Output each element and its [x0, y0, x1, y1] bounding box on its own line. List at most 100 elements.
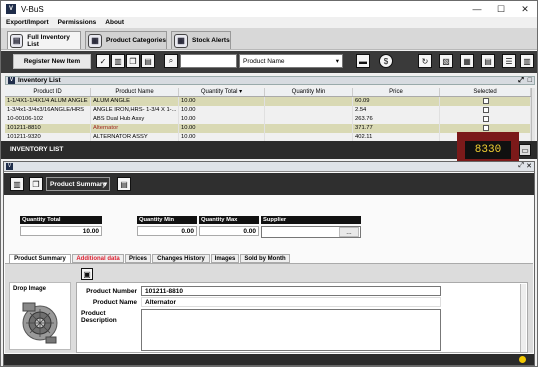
- maximize-button[interactable]: ☐: [489, 1, 513, 17]
- restore-icon[interactable]: ⤢: [518, 77, 524, 85]
- app-logo-icon: V: [8, 77, 15, 84]
- app-window: V V-BuS — ☐ ✕ Export/Import Permissions …: [0, 0, 538, 367]
- delete-icon[interactable]: ▥: [111, 54, 125, 68]
- detail-scrollbar[interactable]: [520, 284, 526, 352]
- inventory-list-header: V Inventory List ⤢ □: [5, 76, 535, 85]
- product-fields-panel: Product Number 101211-8810 Product Name …: [76, 282, 528, 353]
- cell-product-name: ANGLE IRON,HRS- 1-3/4 X 1-...: [91, 106, 179, 115]
- cell-quantity-min: [265, 115, 353, 124]
- close-button[interactable]: ✕: [513, 1, 537, 17]
- cell-product-name: ALUM ANGLE: [91, 97, 179, 106]
- product-name-label: Product Name: [92, 299, 137, 306]
- export-icon[interactable]: ▧: [439, 54, 453, 68]
- list-icon[interactable]: ☰: [502, 54, 516, 68]
- product-number-input[interactable]: 101211-8810: [141, 286, 441, 296]
- selected-checkbox[interactable]: [483, 116, 489, 122]
- menu-permissions[interactable]: Permissions: [58, 19, 97, 26]
- cell-product-id: 101211-9320: [5, 133, 91, 141]
- register-new-item-button[interactable]: Register New Item: [13, 54, 91, 69]
- col-quantity-min[interactable]: Quantity Min: [265, 88, 353, 96]
- table-row[interactable]: 1-1/4X1-1/4X1/4 ALUM ANGLE ALUM ANGLE 10…: [5, 97, 531, 106]
- tab-product-categories[interactable]: ▦ Product Categories: [85, 31, 167, 49]
- document-icon[interactable]: ▤: [117, 177, 131, 191]
- inventory-scrollbar[interactable]: [531, 88, 535, 141]
- quantity-total-label: Quantity Total: [20, 216, 102, 224]
- table-icon[interactable]: ▥: [520, 54, 534, 68]
- selected-checkbox[interactable]: [483, 125, 489, 131]
- summary-view-select[interactable]: Product Summary ▾: [46, 177, 110, 191]
- table-row[interactable]: 101211-8810 Alternator 10.00 371.77: [5, 124, 531, 133]
- tab-stock-alerts[interactable]: ▦ Stock Alerts: [171, 31, 231, 49]
- tab-changes-history[interactable]: Changes History: [152, 254, 210, 263]
- inventory-icon: ▤: [10, 33, 24, 48]
- menu-bar: Export/Import Permissions About: [1, 17, 537, 28]
- dollar-icon[interactable]: $: [379, 54, 393, 68]
- report-icon[interactable]: ▤: [481, 54, 495, 68]
- search-field-select[interactable]: Product Name ▾: [239, 54, 343, 68]
- cell-product-name: ALTERNATOR ASSY: [91, 133, 179, 141]
- status-indicator-icon: [519, 356, 526, 363]
- table-row[interactable]: 1-3/4x1-3/4x3/16ANGLE/HRS ANGLE IRON,HRS…: [5, 106, 531, 115]
- cell-price: 60.09: [353, 97, 440, 106]
- search-icon[interactable]: ⌕: [164, 54, 178, 68]
- menu-export-import[interactable]: Export/Import: [6, 19, 49, 26]
- document-icon[interactable]: ▤: [141, 54, 155, 68]
- cell-price: 2.54: [353, 106, 440, 115]
- col-quantity-total[interactable]: Quantity Total ▾: [179, 88, 265, 96]
- col-selected[interactable]: Selected: [440, 88, 531, 96]
- restore-icon[interactable]: ⤢: [518, 162, 524, 170]
- tab-sold-by-month[interactable]: Sold by Month: [240, 254, 290, 263]
- copy-icon[interactable]: ❐: [126, 54, 140, 68]
- tab-product-summary[interactable]: Product Summary: [9, 254, 71, 263]
- clear-icon[interactable]: ▬: [356, 54, 370, 68]
- product-number-label: Product Number: [86, 288, 137, 295]
- col-price[interactable]: Price: [353, 88, 440, 96]
- drop-image-area[interactable]: Drop Image: [9, 282, 71, 350]
- menu-about[interactable]: About: [105, 19, 124, 26]
- cell-product-id: 101211-8810: [5, 124, 91, 133]
- quantity-min-label: Quantity Min: [137, 216, 197, 224]
- quantity-total-value: 10.00: [20, 226, 102, 236]
- copy-icon[interactable]: ❐: [29, 177, 43, 191]
- tab-label: Stock Alerts: [192, 37, 230, 44]
- collapse-icon[interactable]: ▭: [519, 144, 531, 156]
- product-name-input[interactable]: Alternator: [141, 297, 441, 307]
- table-row[interactable]: 10-00106-102 ABS Dual Hub Assy 10.00 263…: [5, 115, 531, 124]
- grid-icon[interactable]: ▦: [460, 54, 474, 68]
- tab-full-inventory-list[interactable]: ▤ Full Inventory List: [7, 31, 81, 49]
- cell-quantity-min: [265, 133, 353, 141]
- cell-quantity-total: 10.00: [179, 133, 265, 141]
- supplier-browse-button[interactable]: ...: [339, 227, 359, 237]
- tab-prices[interactable]: Prices: [125, 254, 151, 263]
- cell-price: 402.11: [353, 133, 440, 141]
- app-logo-icon: V: [6, 163, 13, 170]
- chevron-down-icon: ▾: [103, 181, 107, 188]
- selected-checkbox[interactable]: [483, 98, 489, 104]
- col-product-name[interactable]: Product Name: [91, 88, 179, 96]
- cell-quantity-min: [265, 97, 353, 106]
- tab-additional-data[interactable]: Additional data: [72, 254, 124, 263]
- col-product-id[interactable]: Product ID: [5, 88, 91, 96]
- inventory-toolbar: Register New Item ✓ ▥ ❐ ▤ ⌕ Product Name…: [1, 51, 537, 73]
- app-logo-icon: V: [6, 4, 16, 14]
- save-icon[interactable]: ▣: [81, 268, 93, 280]
- cell-product-id: 1-3/4x1-3/4x3/16ANGLE/HRS: [5, 106, 91, 115]
- selected-checkbox[interactable]: [483, 107, 489, 113]
- tab-images[interactable]: Images: [211, 254, 239, 263]
- title-bar: V V-BuS — ☐ ✕: [1, 1, 537, 17]
- cell-product-id: 1-1/4X1-1/4X1/4 ALUM ANGLE: [5, 97, 91, 106]
- cell-quantity-min: [265, 124, 353, 133]
- main-tab-row: ▤ Full Inventory List ▦ Product Categori…: [1, 28, 537, 50]
- delete-icon[interactable]: ▥: [10, 177, 24, 191]
- chevron-down-icon: ▾: [335, 58, 339, 65]
- product-description-textarea[interactable]: [141, 309, 441, 351]
- minimize-button[interactable]: —: [465, 1, 489, 17]
- table-row[interactable]: 101211-9320 ALTERNATOR ASSY 10.00 402.11: [5, 133, 531, 141]
- search-input[interactable]: [180, 54, 237, 68]
- close-icon[interactable]: ✕: [526, 162, 532, 170]
- maximize-icon[interactable]: □: [528, 77, 532, 84]
- cell-quantity-total: 10.00: [179, 106, 265, 115]
- refresh-icon[interactable]: ↻: [418, 54, 432, 68]
- check-icon[interactable]: ✓: [96, 54, 110, 68]
- summary-view-value: Product Summary: [50, 180, 106, 188]
